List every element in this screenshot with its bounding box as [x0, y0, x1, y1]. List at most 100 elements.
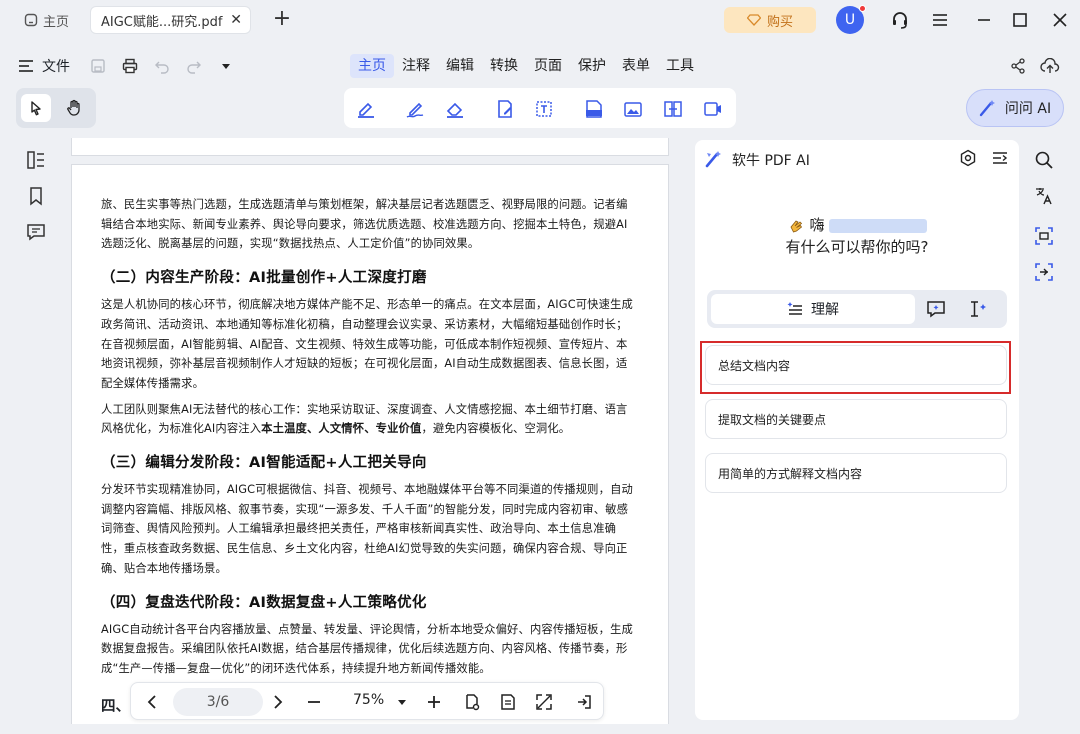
- minimize-icon[interactable]: [972, 8, 996, 32]
- zoom-out-icon[interactable]: [303, 691, 325, 713]
- next-page-icon[interactable]: [267, 691, 289, 713]
- tab-form[interactable]: 表单: [614, 54, 658, 78]
- zoom-level[interactable]: 75%: [353, 692, 384, 708]
- paragraph: 分发环节实现精准协同，AIGC可根据微信、抖音、视频号、本地融媒体平台等不同渠道…: [101, 483, 633, 575]
- home-icon: [24, 13, 38, 27]
- zoom-dropdown-icon[interactable]: [391, 691, 413, 713]
- user-avatar[interactable]: U: [836, 5, 866, 34]
- text-box-icon[interactable]: [533, 98, 555, 120]
- headset-icon[interactable]: [888, 8, 912, 32]
- wave-icon: [787, 217, 805, 235]
- tab-page[interactable]: 页面: [526, 54, 570, 78]
- tab-document-label: AIGC赋能...研究.pdf: [101, 14, 223, 30]
- section-heading-partial: 四、: [101, 699, 130, 715]
- tab-document[interactable]: AIGC赋能...研究.pdf ✕: [90, 6, 251, 34]
- bookmark-icon[interactable]: [26, 186, 46, 206]
- home-tools-strip: [344, 88, 736, 128]
- ai-greeting: 嗨 有什么可以帮你的吗?: [695, 214, 1019, 258]
- buy-button[interactable]: 购买: [724, 7, 816, 33]
- hand-tool-button[interactable]: [59, 94, 89, 122]
- ocr-icon[interactable]: [583, 98, 605, 120]
- buy-label: 购买: [766, 14, 793, 30]
- list-sparkle-icon: [787, 302, 802, 315]
- pen-annotate-icon[interactable]: [404, 98, 426, 120]
- paragraph: 旅、民生实事等热门选题，生成选题清单与策划框架，解决基层记者选题匮乏、视野局限的…: [101, 198, 628, 251]
- eraser-icon[interactable]: [444, 98, 466, 120]
- tab-protect[interactable]: 保护: [570, 54, 614, 78]
- chat-sparkle-icon[interactable]: [925, 298, 947, 320]
- ask-ai-label: 问问 AI: [1004, 101, 1052, 117]
- section-heading: （三）编辑分发阶段：AI智能适配+人工把关导向: [101, 455, 427, 472]
- fit-page-icon[interactable]: [461, 691, 483, 713]
- share-icon[interactable]: [1008, 56, 1028, 76]
- maximize-icon[interactable]: [1008, 8, 1032, 32]
- close-tab-icon[interactable]: ✕: [230, 12, 242, 28]
- select-tool-button[interactable]: [21, 94, 51, 122]
- print-icon[interactable]: [120, 56, 140, 76]
- ask-ai-button[interactable]: 问问 AI: [966, 89, 1064, 127]
- search-icon[interactable]: [1034, 150, 1054, 170]
- compare-icon[interactable]: [662, 98, 684, 120]
- file-menu-label: 文件: [42, 59, 70, 75]
- title-bar: 主页 AIGC赋能...研究.pdf ✕ + 购买 U: [0, 0, 1080, 40]
- save-icon[interactable]: [88, 56, 108, 76]
- zoom-in-icon[interactable]: [423, 691, 445, 713]
- right-tool-rail: [1024, 140, 1064, 290]
- main-menu-tabs: 主页 注释 编辑 转换 页面 保护 表单 工具: [350, 54, 702, 78]
- cloud-upload-icon[interactable]: [1040, 56, 1060, 76]
- document-view[interactable]: 旅、民生实事等热门选题，生成选题清单与策划框架，解决基层记者选题匮乏、视野局限的…: [56, 138, 684, 724]
- ai-sparkle-icon: [979, 100, 995, 117]
- edit-doc-icon[interactable]: [494, 98, 516, 120]
- tab-home-menu[interactable]: 主页: [350, 54, 394, 78]
- translate-icon[interactable]: [1034, 186, 1054, 206]
- section-heading: （四）复盘迭代阶段：AI数据复盘+人工策略优化: [101, 594, 427, 611]
- tab-home-label: 主页: [43, 14, 70, 30]
- media-icon[interactable]: [701, 98, 723, 120]
- undo-icon[interactable]: [152, 56, 172, 76]
- mode-understand-label: 理解: [811, 302, 839, 318]
- tab-annotate[interactable]: 注释: [394, 54, 438, 78]
- scan-icon[interactable]: [1034, 262, 1054, 282]
- file-menu[interactable]: 文件: [18, 56, 70, 76]
- ai-panel-title: 软牛 PDF AI: [732, 153, 810, 169]
- text-sparkle-icon[interactable]: [967, 298, 989, 320]
- redo-icon[interactable]: [184, 56, 204, 76]
- image-icon[interactable]: [622, 98, 644, 120]
- collapse-bar-icon[interactable]: [573, 691, 595, 713]
- mode-understand-button[interactable]: 理解: [711, 294, 915, 324]
- tab-tools[interactable]: 工具: [658, 54, 702, 78]
- dropdown-arrow-icon[interactable]: [216, 56, 236, 76]
- tab-home[interactable]: 主页: [14, 6, 80, 34]
- fullscreen-icon[interactable]: [533, 691, 555, 713]
- notification-dot: [859, 5, 866, 12]
- tab-convert[interactable]: 转换: [482, 54, 526, 78]
- greeting-hi: 嗨: [809, 216, 825, 234]
- close-window-icon[interactable]: [1048, 8, 1072, 32]
- thumbnails-icon[interactable]: [26, 150, 46, 170]
- suggestion-key-points[interactable]: 提取文档的关键要点: [705, 399, 1007, 439]
- page-number-input[interactable]: [173, 688, 263, 716]
- document-page: 旅、民生实事等热门选题，生成选题清单与策划框架，解决基层记者选题匮乏、视野局限的…: [71, 164, 669, 724]
- ai-logo-icon: [705, 151, 721, 168]
- comment-icon[interactable]: [26, 222, 46, 242]
- hamburger-icon: [19, 60, 33, 72]
- tab-edit[interactable]: 编辑: [438, 54, 482, 78]
- collapse-panel-icon[interactable]: [991, 150, 1009, 166]
- menu-icon[interactable]: [928, 8, 952, 32]
- ai-mode-selector: 理解: [707, 290, 1007, 328]
- highlight-icon[interactable]: [355, 98, 377, 120]
- new-tab-button[interactable]: +: [270, 6, 294, 32]
- previous-page: [71, 138, 669, 156]
- greeting-question: 有什么可以帮你的吗?: [785, 238, 929, 256]
- read-mode-icon[interactable]: [497, 691, 519, 713]
- hand-icon: [67, 99, 80, 116]
- section-heading: （二）内容生产阶段：AI批量创作+人工深度打磨: [101, 270, 427, 287]
- suggestion-explain[interactable]: 用简单的方式解释文档内容: [705, 453, 1007, 493]
- screenshot-ocr-icon[interactable]: [1034, 226, 1054, 246]
- highlight-box: [700, 341, 1011, 394]
- cursor-tools: [16, 88, 96, 128]
- prev-page-icon[interactable]: [141, 691, 163, 713]
- settings-icon[interactable]: [959, 149, 977, 167]
- paragraph: 这是人机协同的核心环节，彻底解决地方媒体产能不足、形态单一的痛点。在文本层面，A…: [101, 298, 633, 390]
- redacted-username: [829, 218, 928, 233]
